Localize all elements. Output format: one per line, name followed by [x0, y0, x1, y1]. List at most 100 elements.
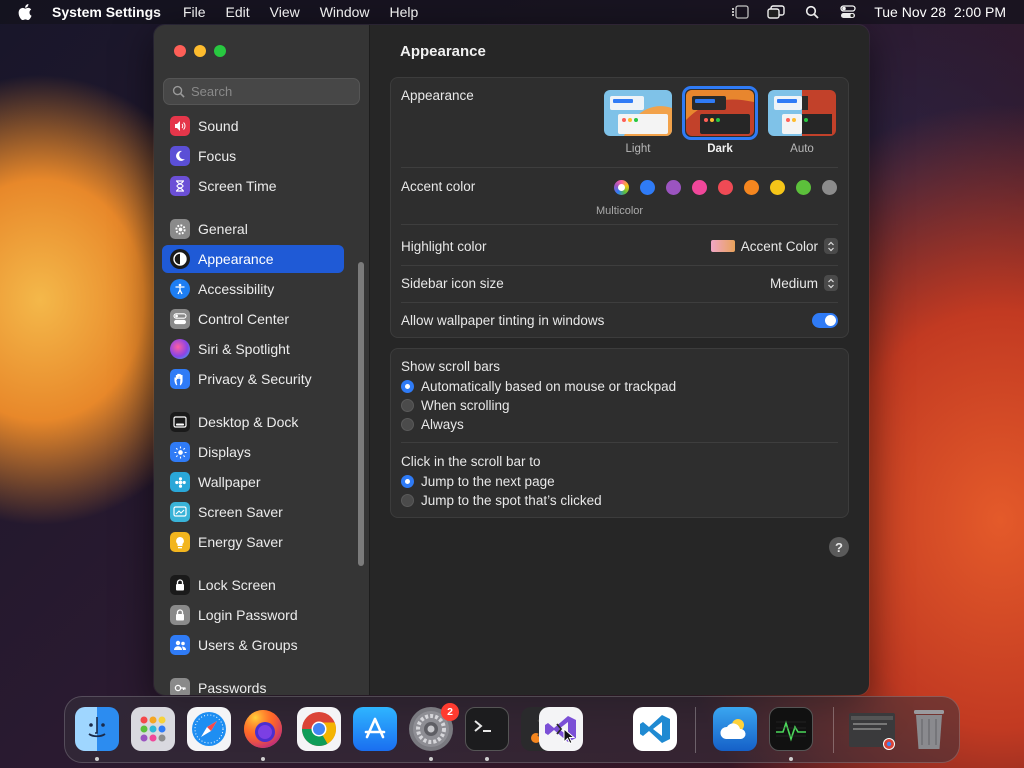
appearance-dark-option[interactable]	[682, 86, 758, 140]
sidebar-item-displays[interactable]: Displays	[162, 438, 344, 466]
wallpaper-tinting-toggle[interactable]	[812, 313, 838, 328]
accent-blue-swatch[interactable]	[640, 180, 655, 195]
trash-icon[interactable]	[907, 707, 951, 751]
accent-color-label: Accent color	[401, 179, 476, 194]
sidebar-item-sound[interactable]: Sound	[162, 112, 344, 140]
menu-view[interactable]: View	[270, 4, 300, 20]
accent-graphite-swatch[interactable]	[822, 180, 837, 195]
show-scroll-bars-label: Show scroll bars	[401, 359, 501, 374]
divider	[401, 265, 838, 266]
zoom-button[interactable]	[214, 45, 226, 57]
radio-button[interactable]	[401, 494, 414, 507]
radio-button[interactable]	[401, 475, 414, 488]
close-button[interactable]	[174, 45, 186, 57]
sidebar-item-label: Appearance	[198, 251, 274, 267]
menu-app-name[interactable]: System Settings	[52, 4, 161, 20]
running-indicator	[95, 757, 99, 761]
divider	[401, 302, 838, 303]
sidebar-item-appearance[interactable]: Appearance	[162, 245, 344, 273]
menu-edit[interactable]: Edit	[226, 4, 250, 20]
sidebar-item-focus[interactable]: Focus	[162, 142, 344, 170]
spotlight-search-icon[interactable]	[802, 4, 822, 20]
sidebar-item-energy-saver[interactable]: Energy Saver	[162, 528, 344, 556]
downloads-stack-icon[interactable]	[847, 707, 899, 751]
sidebar-item-siri-spotlight[interactable]: Siri & Spotlight	[162, 335, 344, 363]
bulb-icon	[170, 532, 190, 552]
click-jump-to-spot-option[interactable]: Jump to the spot that’s clicked	[401, 493, 602, 508]
finder-icon[interactable]	[75, 707, 119, 751]
app-store-icon[interactable]	[353, 707, 397, 751]
sidebar-item-control-center[interactable]: Control Center	[162, 305, 344, 333]
sidebar-item-desktop-dock[interactable]: Desktop & Dock	[162, 408, 344, 436]
menu-help[interactable]: Help	[390, 4, 419, 20]
accent-purple-swatch[interactable]	[666, 180, 681, 195]
appearance-light-option[interactable]	[604, 90, 672, 136]
highlight-color-label: Highlight color	[401, 239, 487, 254]
firefox-icon[interactable]	[241, 707, 285, 751]
visual-studio-icon[interactable]	[539, 707, 583, 751]
sidebar-scrollbar[interactable]	[358, 262, 364, 566]
sidebar-item-label: Desktop & Dock	[198, 414, 299, 430]
sidebar-item-screen-saver[interactable]: Screen Saver	[162, 498, 344, 526]
minimize-button[interactable]	[194, 45, 206, 57]
chrome-icon[interactable]	[297, 707, 341, 751]
radio-button[interactable]	[401, 418, 414, 431]
scroll-bars-auto-option[interactable]: Automatically based on mouse or trackpad	[401, 379, 676, 394]
help-button[interactable]: ?	[829, 537, 849, 557]
stage-manager-icon[interactable]	[730, 4, 750, 20]
mouse-cursor-icon	[563, 727, 576, 749]
terminal-icon[interactable]	[465, 707, 509, 751]
accent-orange-swatch[interactable]	[744, 180, 759, 195]
dock-separator	[833, 707, 834, 753]
search-input[interactable]	[191, 84, 351, 99]
scroll-bars-always-option[interactable]: Always	[401, 417, 464, 432]
sidebar-item-users-groups[interactable]: Users & Groups	[162, 631, 344, 659]
menu-window[interactable]: Window	[320, 4, 370, 20]
accent-red-swatch[interactable]	[718, 180, 733, 195]
sidebar-item-label: Control Center	[198, 311, 290, 327]
radio-label: Jump to the next page	[421, 474, 555, 489]
accent-pink-swatch[interactable]	[692, 180, 707, 195]
wallpaper-tinting-label: Allow wallpaper tinting in windows	[401, 313, 605, 328]
sidebar-item-label: Accessibility	[198, 281, 275, 297]
accent-yellow-swatch[interactable]	[770, 180, 785, 195]
menu-file[interactable]: File	[183, 4, 206, 20]
weather-icon[interactable]	[713, 707, 757, 751]
sidebar-item-general[interactable]: General	[162, 215, 344, 243]
launchpad-icon[interactable]	[131, 707, 175, 751]
sidebar-item-accessibility[interactable]: Accessibility	[162, 275, 344, 303]
apple-menu-icon[interactable]	[18, 4, 36, 20]
appearance-auto-option[interactable]	[768, 90, 836, 136]
sidebar-icon-size-popup[interactable]: Medium	[770, 275, 838, 291]
screen-mirroring-icon[interactable]	[766, 4, 786, 20]
accent-multicolor-swatch[interactable]	[614, 180, 629, 195]
click-jump-next-page-option[interactable]: Jump to the next page	[401, 474, 555, 489]
radio-button[interactable]	[401, 380, 414, 393]
activity-monitor-icon[interactable]	[769, 707, 813, 751]
toggle-knob	[825, 315, 836, 326]
sidebar-item-label: Displays	[198, 444, 251, 460]
running-indicator	[261, 757, 265, 761]
safari-icon[interactable]	[187, 707, 231, 751]
menu-datetime[interactable]: Tue Nov 28 2:00 PM	[874, 4, 1006, 20]
page-title: Appearance	[400, 43, 486, 60]
sidebar-item-wallpaper[interactable]: Wallpaper	[162, 468, 344, 496]
radio-button[interactable]	[401, 399, 414, 412]
dock-separator	[695, 707, 696, 753]
sidebar-item-label: Lock Screen	[198, 577, 276, 593]
sidebar-item-privacy-security[interactable]: Privacy & Security	[162, 365, 344, 393]
scroll-bars-scrolling-option[interactable]: When scrolling	[401, 398, 510, 413]
vscode-icon[interactable]	[633, 707, 677, 751]
sidebar-item-login-password[interactable]: Login Password	[162, 601, 344, 629]
siri-icon	[170, 339, 190, 359]
highlight-color-popup[interactable]: Accent Color	[710, 238, 838, 254]
search-field[interactable]	[163, 78, 360, 105]
lock-icon	[170, 575, 190, 595]
control-center-icon[interactable]	[838, 4, 858, 20]
sidebar-item-lock-screen[interactable]: Lock Screen	[162, 571, 344, 599]
accent-green-swatch[interactable]	[796, 180, 811, 195]
sidebar-icon-size-label: Sidebar icon size	[401, 276, 504, 291]
sidebar-item-screen-time[interactable]: Screen Time	[162, 172, 344, 200]
control-center-icon	[170, 309, 190, 329]
sidebar-item-passwords[interactable]: Passwords	[162, 674, 344, 695]
